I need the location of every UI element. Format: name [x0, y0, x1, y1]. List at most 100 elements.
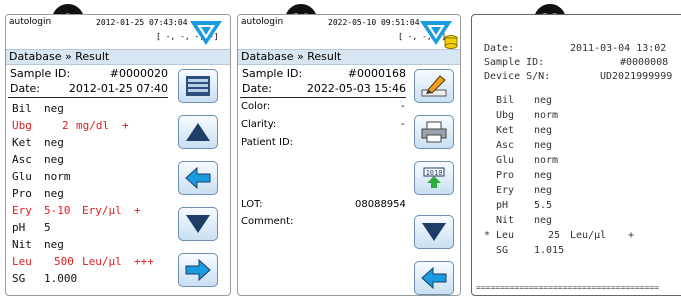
scroll-up-button[interactable]	[178, 115, 218, 149]
sample-id-label: Sample ID:	[484, 57, 545, 68]
divider	[8, 97, 168, 98]
printout-name: Ubg	[496, 110, 515, 121]
comment-label: Comment:	[241, 216, 294, 227]
clarity-field: Clarity: -	[241, 119, 405, 130]
datetime-label: 2012-01-25 07:43:04	[96, 18, 188, 27]
result-value: 5	[44, 221, 51, 234]
export-button[interactable]: 1010	[414, 161, 454, 195]
printout-value: 25	[548, 230, 561, 241]
scroll-down-button[interactable]	[178, 207, 218, 241]
result-value: 2	[62, 119, 69, 132]
printout-preview: Date: 2011-03-04 13:02 Sample ID: #00000…	[471, 14, 681, 296]
back-button[interactable]	[178, 161, 218, 195]
result-flag: +	[134, 204, 141, 217]
comment-field: Comment:	[241, 216, 293, 227]
edit-button[interactable]	[414, 69, 454, 103]
scroll-down-button[interactable]	[414, 215, 454, 249]
printout-name: SG	[496, 245, 509, 256]
arrow-right-icon	[185, 258, 211, 282]
result-value: neg	[44, 187, 64, 200]
color-field: Color: -	[241, 101, 405, 112]
lot-field: LOT: 08088954	[241, 199, 407, 210]
forward-button[interactable]	[178, 253, 218, 287]
color-label: Color:	[241, 101, 271, 112]
result-name: Asc	[12, 153, 32, 166]
lot-value: 08088954	[355, 199, 406, 210]
result-name: Glu	[12, 170, 32, 183]
result-unit: mg/dl	[76, 119, 110, 132]
date-value: 2022-05-03 15:46	[306, 82, 406, 95]
printout-value: neg	[534, 170, 553, 181]
status-bar: autologin 2022-05-10 09:51:04 [ -, -, 3]	[238, 15, 460, 49]
printout-unit: Leu/µl	[570, 230, 607, 241]
printout-value: norm	[534, 110, 559, 121]
date-label: Date:	[10, 82, 40, 95]
result-value: neg	[44, 153, 64, 166]
result-screen-10: autologin 2022-05-10 09:51:04 [ -, -, 3]…	[237, 14, 461, 296]
result-value: neg	[44, 136, 64, 149]
device-sn-label: Device S/N:	[484, 71, 551, 82]
printout-name: Glu	[496, 155, 515, 166]
edit-icon	[421, 75, 447, 97]
printout-value: neg	[534, 125, 553, 136]
device-sn-value: UD2021999999	[600, 71, 673, 82]
result-name: Ery	[12, 204, 32, 217]
printout-name: Asc	[496, 140, 515, 151]
printout-name: Bil	[496, 95, 515, 106]
result-name: Pro	[12, 187, 32, 200]
printout-value: neg	[534, 140, 553, 151]
list-icon	[186, 76, 210, 96]
result-value: norm	[44, 170, 71, 183]
printout-name: Ket	[496, 125, 515, 136]
result-value: neg	[44, 238, 64, 251]
sample-id-value: #0000008	[620, 57, 669, 68]
printout-value: 5.5	[534, 200, 553, 211]
result-unit: Ery/µl	[82, 204, 122, 217]
arrow-left-icon	[421, 266, 447, 290]
datetime-label: 2022-05-10 09:51:04	[328, 18, 420, 27]
printer-icon	[421, 121, 447, 143]
result-name: pH	[12, 221, 26, 234]
date-value: 2011-03-04 13:02	[570, 43, 667, 54]
arrow-up-icon	[186, 123, 210, 141]
print-button[interactable]	[414, 115, 454, 149]
result-unit: Leu/µl	[82, 255, 122, 268]
user-label: autologin	[241, 17, 284, 27]
printout-value: neg	[534, 215, 553, 226]
printout-mark: *	[484, 230, 491, 241]
result-screen-9: autologin 2012-01-25 07:43:04 [ -, -, -,…	[5, 14, 231, 296]
sample-id-label: Sample ID:	[10, 67, 71, 80]
printout-flag: +	[628, 230, 635, 241]
clarity-label: Clarity:	[241, 119, 277, 130]
result-flag: +	[122, 119, 129, 132]
list-view-button[interactable]	[178, 69, 218, 103]
back-button[interactable]	[414, 261, 454, 295]
printout-divider: ======================================	[476, 283, 660, 292]
divider	[240, 97, 406, 98]
export-icon: 1010	[423, 167, 445, 188]
printout-value: 1.015	[534, 245, 565, 256]
color-value: -	[401, 101, 405, 112]
printout-value: neg	[534, 95, 553, 106]
result-flag: +++	[134, 255, 154, 268]
database-icon	[444, 35, 458, 49]
clarity-value: -	[401, 119, 405, 130]
printout-name: Ery	[496, 185, 515, 196]
result-name: Nit	[12, 238, 32, 251]
date-label: Date:	[484, 43, 515, 54]
brand-logo-icon	[190, 21, 222, 45]
user-label: autologin	[9, 17, 52, 27]
sample-id-value: #0000168	[347, 67, 406, 80]
arrow-left-icon	[185, 166, 211, 190]
result-value: 5-10	[44, 204, 71, 217]
result-value: 1.000	[44, 272, 78, 285]
sample-id-label: Sample ID:	[242, 67, 303, 80]
printout-value: neg	[534, 185, 553, 196]
patient-id-label: Patient ID:	[241, 137, 294, 148]
result-name: Leu	[12, 255, 32, 268]
date-label: Date:	[242, 82, 272, 95]
patient-id-field: Patient ID:	[241, 137, 293, 148]
result-name: Ket	[12, 136, 32, 149]
printout-name: Nit	[496, 215, 515, 226]
printout-name: pH	[496, 200, 509, 211]
